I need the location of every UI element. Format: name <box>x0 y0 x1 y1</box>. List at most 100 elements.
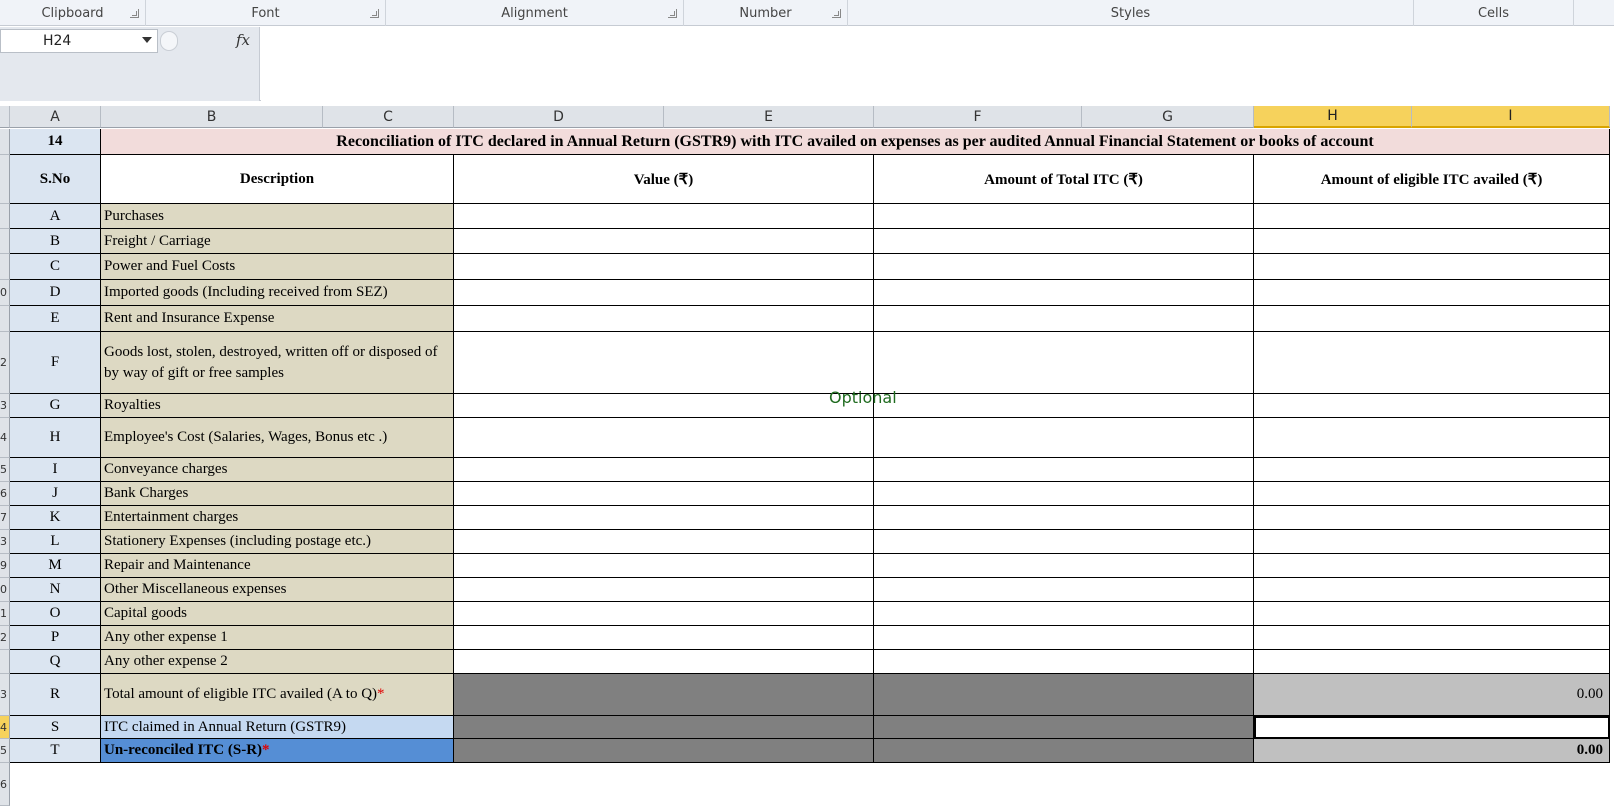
total-itc-input-cell[interactable] <box>874 578 1254 602</box>
header-eligible-itc[interactable]: Amount of eligible ITC availed (₹) <box>1254 155 1610 204</box>
column-header-f[interactable]: F <box>874 106 1082 128</box>
row-description[interactable]: Any other expense 2 <box>101 650 454 674</box>
row-description[interactable]: Any other expense 1 <box>101 626 454 650</box>
eligible-itc-input-cell[interactable] <box>1254 482 1610 506</box>
total-itc-input-cell[interactable] <box>874 418 1254 458</box>
column-header-c[interactable]: C <box>323 106 454 128</box>
row-description[interactable]: Bank Charges <box>101 482 454 506</box>
row-description[interactable]: Stationery Expenses (including postage e… <box>101 530 454 554</box>
row-header[interactable]: 4 <box>0 418 10 458</box>
column-header-e[interactable]: E <box>664 106 874 128</box>
eligible-itc-input-cell[interactable] <box>1254 602 1610 626</box>
value-input-cell[interactable] <box>454 229 874 254</box>
row-description[interactable]: Other Miscellaneous expenses <box>101 578 454 602</box>
value-input-cell[interactable] <box>454 554 874 578</box>
header-description[interactable]: Description <box>101 155 454 204</box>
row-sno[interactable]: C <box>10 254 101 280</box>
value-input-cell[interactable] <box>454 204 874 229</box>
row-header[interactable]: 1 <box>0 602 10 626</box>
row-description[interactable]: Un-reconciled ITC (S-R) * <box>101 739 454 763</box>
select-all-corner[interactable] <box>0 106 10 128</box>
value-input-cell[interactable] <box>454 650 874 674</box>
section-number[interactable]: 14 <box>10 129 101 155</box>
eligible-itc-input-cell[interactable] <box>1254 578 1610 602</box>
total-itc-input-cell[interactable] <box>874 254 1254 280</box>
value-input-cell[interactable] <box>454 578 874 602</box>
eligible-itc-input-cell[interactable] <box>1254 280 1610 306</box>
row-header[interactable]: 3 <box>0 674 10 716</box>
total-itc-input-cell[interactable] <box>874 332 1254 394</box>
total-itc-input-cell[interactable] <box>874 306 1254 332</box>
row-sno[interactable]: N <box>10 578 101 602</box>
header-sno[interactable]: S.No <box>10 155 101 204</box>
row-sno[interactable]: D <box>10 280 101 306</box>
dialog-launcher-icon[interactable] <box>668 9 677 18</box>
column-header-a[interactable]: A <box>10 106 101 128</box>
row-description[interactable]: ITC claimed in Annual Return (GSTR9) <box>101 716 454 739</box>
row-header[interactable] <box>0 229 10 254</box>
eligible-itc-input-cell[interactable] <box>1254 554 1610 578</box>
row-description[interactable]: Employee's Cost (Salaries, Wages, Bonus … <box>101 418 454 458</box>
chevron-down-icon[interactable] <box>142 37 152 43</box>
row-sno[interactable]: T <box>10 739 101 763</box>
row-header[interactable]: 2 <box>0 332 10 394</box>
eligible-itc-input-cell[interactable] <box>1254 229 1610 254</box>
row-header[interactable]: 9 <box>0 554 10 578</box>
row-sno[interactable]: Q <box>10 650 101 674</box>
value-input-cell[interactable] <box>454 482 874 506</box>
row-header[interactable] <box>0 129 10 155</box>
value-input-cell[interactable] <box>454 602 874 626</box>
eligible-itc-input-cell[interactable] <box>1254 626 1610 650</box>
row-sno[interactable]: S <box>10 716 101 739</box>
total-itc-input-cell[interactable] <box>874 530 1254 554</box>
row-header[interactable] <box>0 254 10 280</box>
row-header[interactable]: 6 <box>0 763 10 806</box>
row-header[interactable] <box>0 306 10 332</box>
resize-handle-icon[interactable] <box>160 31 178 51</box>
row-sno[interactable]: O <box>10 602 101 626</box>
value-input-cell[interactable] <box>454 458 874 482</box>
header-value[interactable]: Value (₹) <box>454 155 874 204</box>
row-description[interactable]: Imported goods (Including received from … <box>101 280 454 306</box>
row-sno[interactable]: P <box>10 626 101 650</box>
row-header[interactable] <box>0 650 10 674</box>
eligible-itc-input-cell[interactable] <box>1254 306 1610 332</box>
row-header[interactable] <box>0 155 10 204</box>
value-input-cell[interactable] <box>454 530 874 554</box>
row-header[interactable]: 6 <box>0 482 10 506</box>
row-header[interactable]: 3 <box>0 530 10 554</box>
row-sno[interactable]: G <box>10 394 101 418</box>
row-sno[interactable]: K <box>10 506 101 530</box>
row-description[interactable]: Total amount of eligible ITC availed (A … <box>101 674 454 716</box>
total-itc-input-cell[interactable] <box>874 482 1254 506</box>
section-title[interactable]: Reconciliation of ITC declared in Annual… <box>101 129 1610 155</box>
row-description[interactable]: Capital goods <box>101 602 454 626</box>
eligible-itc-input-cell[interactable] <box>1254 458 1610 482</box>
total-itc-input-cell[interactable] <box>874 229 1254 254</box>
row-description[interactable]: Goods lost, stolen, destroyed, written o… <box>101 332 454 394</box>
selected-cell-h24[interactable] <box>1254 716 1610 739</box>
value-input-cell[interactable] <box>454 394 874 418</box>
column-header-h[interactable]: H <box>1254 106 1412 128</box>
row-sno[interactable]: B <box>10 229 101 254</box>
dialog-launcher-icon[interactable] <box>832 9 841 18</box>
total-itc-input-cell[interactable] <box>874 204 1254 229</box>
eligible-itc-input-cell[interactable] <box>1254 530 1610 554</box>
total-itc-input-cell[interactable] <box>874 626 1254 650</box>
value-input-cell[interactable] <box>454 254 874 280</box>
row-sno[interactable]: E <box>10 306 101 332</box>
total-itc-input-cell[interactable] <box>874 458 1254 482</box>
dialog-launcher-icon[interactable] <box>370 9 379 18</box>
value-input-cell[interactable] <box>454 306 874 332</box>
total-itc-input-cell[interactable] <box>874 602 1254 626</box>
column-header-d[interactable]: D <box>454 106 664 128</box>
row-header[interactable]: 0 <box>0 578 10 602</box>
column-header-i[interactable]: I <box>1412 106 1610 128</box>
row-description[interactable]: Power and Fuel Costs <box>101 254 454 280</box>
row-description[interactable]: Freight / Carriage <box>101 229 454 254</box>
eligible-itc-input-cell[interactable] <box>1254 254 1610 280</box>
value-input-cell[interactable] <box>454 280 874 306</box>
row-header[interactable]: 7 <box>0 506 10 530</box>
row-description[interactable]: Rent and Insurance Expense <box>101 306 454 332</box>
total-itc-input-cell[interactable] <box>874 554 1254 578</box>
